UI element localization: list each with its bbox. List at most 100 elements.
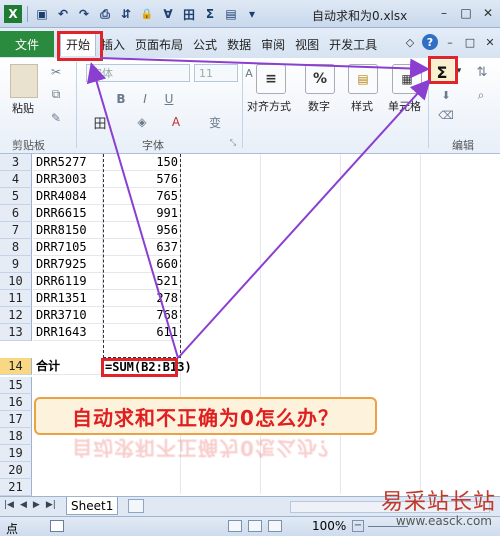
- sort-filter-icon[interactable]: ⇅: [470, 62, 494, 82]
- tab-review[interactable]: 审阅: [256, 32, 290, 56]
- autosum-icon[interactable]: Σ: [201, 5, 219, 23]
- tab-view[interactable]: 视图: [290, 32, 324, 56]
- font-name-combo[interactable]: 宋体: [86, 64, 190, 82]
- zoom-level[interactable]: 100%: [312, 519, 346, 533]
- cell-id[interactable]: DRR3003: [33, 171, 103, 188]
- alignment-button-label[interactable]: 对齐方式: [247, 98, 291, 114]
- total-label-cell[interactable]: 合计: [33, 358, 103, 375]
- cells-button-label[interactable]: 单元格: [388, 98, 421, 114]
- cell-id[interactable]: DRR5277: [33, 154, 103, 171]
- next-sheet-button[interactable]: ▶: [33, 500, 40, 510]
- prev-sheet-button[interactable]: ◀: [20, 500, 27, 510]
- row-header[interactable]: 4: [0, 171, 32, 188]
- row-header[interactable]: 17: [0, 411, 32, 428]
- cell-id[interactable]: DRR7925: [33, 256, 103, 273]
- cut-icon[interactable]: ✂: [48, 64, 64, 80]
- clipboard-group-label: 剪贴板: [12, 139, 45, 152]
- normal-view-icon[interactable]: [228, 520, 242, 532]
- redo-icon[interactable]: ↷: [75, 5, 93, 23]
- row-header[interactable]: 20: [0, 462, 32, 479]
- tab-file[interactable]: 文件: [0, 31, 54, 57]
- cell-id[interactable]: DRR6119: [33, 273, 103, 290]
- row-header[interactable]: 11: [0, 290, 32, 307]
- font-size-combo[interactable]: 11: [194, 64, 238, 82]
- clear-icon[interactable]: ⌫: [438, 108, 454, 122]
- excel-logo-icon[interactable]: X: [4, 5, 22, 23]
- italic-button[interactable]: I: [136, 90, 154, 108]
- borders-button-icon[interactable]: 田: [92, 114, 108, 132]
- row-header[interactable]: 7: [0, 222, 32, 239]
- sort-icon[interactable]: ⇵: [117, 5, 135, 23]
- tab-formulas[interactable]: 公式: [188, 32, 222, 56]
- first-sheet-button[interactable]: |◀: [4, 500, 14, 510]
- help-icon[interactable]: ?: [422, 34, 438, 50]
- tab-developer[interactable]: 开发工具: [324, 32, 382, 56]
- zoom-out-button[interactable]: −: [352, 520, 364, 532]
- alignment-icon[interactable]: ≡: [256, 64, 286, 94]
- font-dialog-launcher-icon[interactable]: ⤡: [228, 138, 238, 148]
- font-color-icon[interactable]: A: [168, 114, 184, 130]
- row-header[interactable]: 3: [0, 154, 32, 171]
- styles-icon[interactable]: ▤: [348, 64, 378, 94]
- insert-sheet-icon[interactable]: [128, 499, 144, 513]
- row-header[interactable]: 9: [0, 256, 32, 273]
- borders-icon[interactable]: 田: [180, 5, 198, 23]
- row-header[interactable]: 14: [0, 358, 32, 375]
- page-break-view-icon[interactable]: [268, 520, 282, 532]
- row-header[interactable]: 13: [0, 324, 32, 341]
- row-header[interactable]: 10: [0, 273, 32, 290]
- cell-id[interactable]: DRR4084: [33, 188, 103, 205]
- row-header[interactable]: 15: [0, 377, 32, 394]
- row-header[interactable]: 19: [0, 445, 32, 462]
- cell-id[interactable]: DRR3710: [33, 307, 103, 324]
- number-format-icon[interactable]: %: [305, 64, 335, 94]
- copy-icon[interactable]: ⧉: [48, 86, 64, 102]
- cell-id[interactable]: DRR1643: [33, 324, 103, 341]
- sheet-tab-sheet1[interactable]: Sheet1: [66, 497, 119, 515]
- cell-id[interactable]: DRR6615: [33, 205, 103, 222]
- fill-icon[interactable]: ⬇: [438, 88, 454, 102]
- font-grow-icon[interactable]: A: [242, 66, 256, 80]
- row-header[interactable]: 12: [0, 307, 32, 324]
- lock-icon[interactable]: 🔒: [138, 5, 156, 23]
- cell-id[interactable]: DRR8150: [33, 222, 103, 239]
- form-icon[interactable]: ▤: [222, 5, 240, 23]
- save-icon[interactable]: ▣: [33, 5, 51, 23]
- workbook-minimize-button[interactable]: –: [442, 34, 458, 50]
- underline-button[interactable]: U: [160, 90, 178, 108]
- row-header[interactable]: 18: [0, 428, 32, 445]
- row-header[interactable]: 8: [0, 239, 32, 256]
- number-button-label[interactable]: 数字: [308, 98, 330, 114]
- undo-icon[interactable]: ↶: [54, 5, 72, 23]
- customize-qat-icon[interactable]: ▾: [243, 5, 261, 23]
- row-header[interactable]: 16: [0, 394, 32, 411]
- row-header[interactable]: 5: [0, 188, 32, 205]
- fill-color-icon[interactable]: ◈: [134, 114, 150, 130]
- row-header[interactable]: 6: [0, 205, 32, 222]
- tab-data[interactable]: 数据: [222, 32, 256, 56]
- cell-id[interactable]: DRR7105: [33, 239, 103, 256]
- cell-id[interactable]: DRR1351: [33, 290, 103, 307]
- paste-icon[interactable]: [10, 64, 38, 98]
- minimize-button[interactable]: –: [434, 3, 454, 23]
- tab-page-layout[interactable]: 页面布局: [130, 32, 188, 56]
- macro-record-icon[interactable]: [50, 520, 64, 532]
- page-layout-view-icon[interactable]: [248, 520, 262, 532]
- worksheet-grid[interactable]: 3 DRR5277 150 4 DRR3003 576 5 DRR4084 765 6 DRR661…: [0, 154, 500, 496]
- close-button[interactable]: ✕: [478, 3, 498, 23]
- filter-icon[interactable]: ∀: [159, 5, 177, 23]
- styles-button-label[interactable]: 样式: [351, 98, 373, 114]
- cells-icon[interactable]: ▦: [392, 64, 422, 94]
- row-header[interactable]: 21: [0, 479, 32, 496]
- paste-button-label[interactable]: 粘贴: [12, 100, 34, 116]
- phonetic-guide-icon[interactable]: 变: [206, 114, 224, 130]
- workbook-close-button[interactable]: ✕: [482, 34, 498, 50]
- maximize-button[interactable]: □: [456, 3, 476, 23]
- print-preview-icon[interactable]: ⎙: [96, 5, 114, 23]
- workbook-restore-button[interactable]: □: [462, 34, 478, 50]
- format-painter-icon[interactable]: ✎: [48, 110, 64, 126]
- find-select-icon[interactable]: ⌕: [470, 88, 492, 102]
- bold-button[interactable]: B: [112, 90, 130, 108]
- last-sheet-button[interactable]: ▶|: [46, 500, 56, 510]
- ribbon-collapse-icon[interactable]: ◇: [402, 34, 418, 50]
